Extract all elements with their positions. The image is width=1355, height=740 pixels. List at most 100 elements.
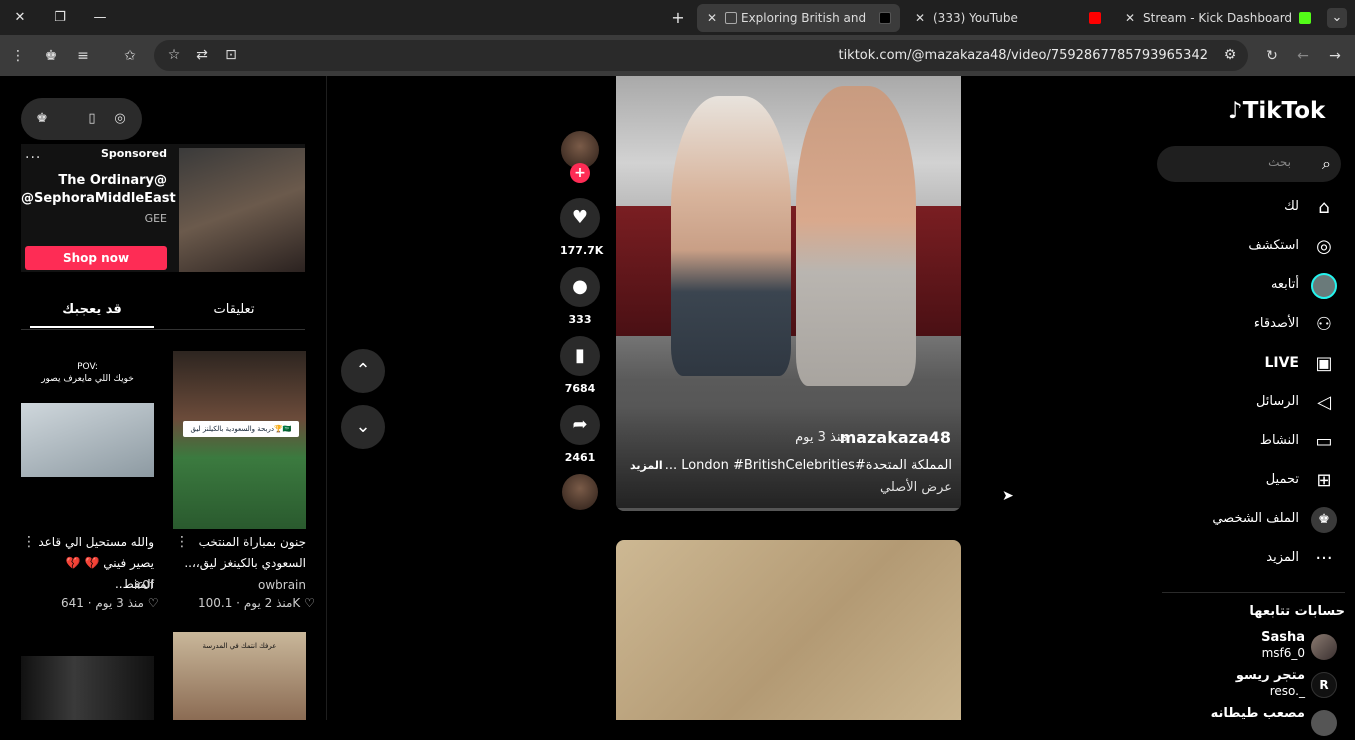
friends-icon: ⚇ [1315,314,1333,335]
music-disc-avatar[interactable] [562,474,598,510]
nav-live[interactable]: LIVE ▣ [1150,349,1345,379]
suggested-thumb[interactable]: دربحة والسعودية بالكيلنز ليق🏆🇸🇦 [173,351,306,529]
compass-icon: ◎ [1316,236,1332,257]
left-tabs: قد يعجبك تعليقات [21,298,305,330]
ad-title: The Ordinary@ @SephoraMiddleEast [21,173,176,206]
next-video-preview[interactable] [616,540,961,720]
site-info-icon[interactable]: ⚙ [1220,45,1240,65]
sponsored-ad[interactable]: ... Sponsored The Ordinary@ @SephoraMidd… [21,144,305,272]
search-input[interactable]: بحث ⌕ [1157,146,1341,182]
extension-icon[interactable]: ♚ [41,46,61,66]
close-tab-icon[interactable]: ✕ [913,4,927,32]
account-name: مصعب طيطانه [1210,706,1305,721]
share-count: 2461 [564,451,596,464]
suggested-stats: منذ 2 يوم · 100.1K ♡ [198,596,315,610]
age-text: منذ 2 يوم [243,596,293,610]
nav-for-you[interactable]: لك ⌂ [1150,193,1345,223]
shop-now-button[interactable]: Shop now [25,246,167,270]
suggested-user[interactable]: owbrain [180,578,306,592]
search-icon[interactable]: ⌕ [1322,154,1331,174]
tab-youtube[interactable]: ✕ (333) YouTube [905,4,1108,32]
nav-following[interactable]: أتابعه [1150,271,1345,301]
messages-icon: ◁ [1317,392,1331,413]
nav-activity[interactable]: النشاط ▭ [1150,427,1345,457]
extension-icon[interactable]: ♚ [32,109,52,129]
likes-count: 641 [61,596,84,610]
video-progress-bar[interactable] [616,508,961,511]
nav-label: المزيد [1266,550,1299,565]
followed-account[interactable]: Sasha msf6_0 [1150,630,1345,664]
browser-tab-bar: ✕ ❐ — + ✕ Exploring British and French ✕… [0,0,1355,35]
video-player[interactable]: mazakaza48 · منذ 3 يوم المملكة المتحدة#L… [616,76,961,511]
heart-icon[interactable]: ♥ [560,198,600,238]
translate-icon[interactable]: ⇄ [192,45,212,65]
close-window-icon[interactable]: ✕ [10,8,30,28]
video-more-link[interactable]: المزيد [630,459,663,472]
next-video-button[interactable]: ⌄ [341,405,385,449]
home-icon: ⌂ [1318,197,1330,218]
app-available-icon[interactable]: ⊡ [221,45,241,65]
menu-dots-icon[interactable]: ⋮ [8,46,28,66]
url-field[interactable]: ☆ ⇄ ⊡ tiktok.com/@mazakaza48/video/75928… [154,40,1248,71]
tab-you-may-like[interactable]: قد يعجبك [30,302,154,317]
compass-icon[interactable]: ◎ [110,109,130,129]
share-arrow-icon[interactable]: ➦ [560,405,600,445]
bookmark-star-icon[interactable]: ☆ [164,45,184,65]
thumb-caption: POV: خويك اللي مايعرف يصور [41,362,134,384]
ad-image[interactable] [179,148,305,272]
comment-icon[interactable]: ● [560,267,600,307]
new-tab-icon[interactable]: + [668,8,688,28]
profile-icon: ♚ [1311,507,1337,533]
heart-outline-icon: ♡ [304,596,315,610]
suggested-thumb[interactable] [21,656,154,720]
suggested-thumb[interactable]: POV: خويك اللي مايعرف يصور [21,351,154,529]
nav-more[interactable]: المزيد ··· [1150,544,1345,574]
suggested-title[interactable]: جنون بمباراة المنتخب السعودي بالكينغز لي… [180,532,306,574]
chevron-up-icon: ⌃ [355,360,371,381]
favorites-icon[interactable]: ✩ [120,46,140,66]
tab-exploring[interactable]: ✕ Exploring British and French [697,4,900,32]
save-action[interactable]: ▮ 7684 [560,336,600,395]
comment-action[interactable]: ● 333 [560,267,600,326]
show-original-link[interactable]: عرض الأصلي [776,480,952,495]
nav-profile[interactable]: الملف الشخصي ♚ [1150,505,1345,535]
tab-comments[interactable]: تعليقات [172,302,296,317]
thumb-caption: دربحة والسعودية بالكيلنز ليق🏆🇸🇦 [183,421,299,437]
previous-video-button[interactable]: ⌃ [341,349,385,393]
like-action[interactable]: ♥ 177.7K [560,198,604,257]
upload-icon: ⊞ [1316,470,1332,491]
nav-label: LIVE [1264,355,1299,371]
forward-icon[interactable]: → [1325,46,1345,66]
nav-upload[interactable]: تحميل ⊞ [1150,466,1345,496]
tab-list-chevron-icon[interactable]: ⌄ [1327,8,1347,28]
followed-account[interactable]: متجر ريسو reso._ R [1150,668,1345,702]
nav-messages[interactable]: الرسائل ◁ [1150,388,1345,418]
tab-kick[interactable]: ✕ Stream - Kick Dashboard [1115,4,1315,32]
ad-brand: GEE [144,212,167,225]
followed-account[interactable]: مصعب طيطانه [1150,706,1345,740]
restore-window-icon[interactable]: ❐ [50,8,70,28]
more-icon: ··· [1315,548,1333,569]
like-count: 177.7K [560,244,604,257]
nav-friends[interactable]: الأصدقاء ⚇ [1150,310,1345,340]
close-tab-icon[interactable]: ✕ [705,4,719,32]
tab-title: Stream - Kick Dashboard [1143,11,1293,25]
minimize-window-icon[interactable]: — [90,8,110,28]
tab-title: Exploring British and French [741,11,869,25]
phone-icon[interactable]: ▯ [82,109,102,129]
video-description[interactable]: المملكة المتحدة#London #BritishCelebriti… [665,458,952,473]
playlist-icon[interactable]: ≡ [73,46,93,66]
suggested-user[interactable]: ir0f [30,578,154,592]
suggested-thumb[interactable]: عرفك انتمك في المدرسة [173,632,306,720]
follow-plus-icon[interactable]: + [570,163,590,183]
nav-explore[interactable]: استكشف ◎ [1150,232,1345,262]
nav-label: أتابعه [1270,277,1299,292]
tab-title: (333) YouTube [933,11,1018,25]
back-icon[interactable]: ← [1293,46,1313,66]
refresh-icon[interactable]: ↻ [1262,46,1282,66]
tiktok-logo[interactable]: ♪TikTok [1228,98,1325,124]
close-tab-icon[interactable]: ✕ [1123,4,1137,32]
mouse-cursor-icon: ➤ [1002,488,1014,504]
share-action[interactable]: ➦ 2461 [560,405,600,464]
bookmark-icon[interactable]: ▮ [560,336,600,376]
